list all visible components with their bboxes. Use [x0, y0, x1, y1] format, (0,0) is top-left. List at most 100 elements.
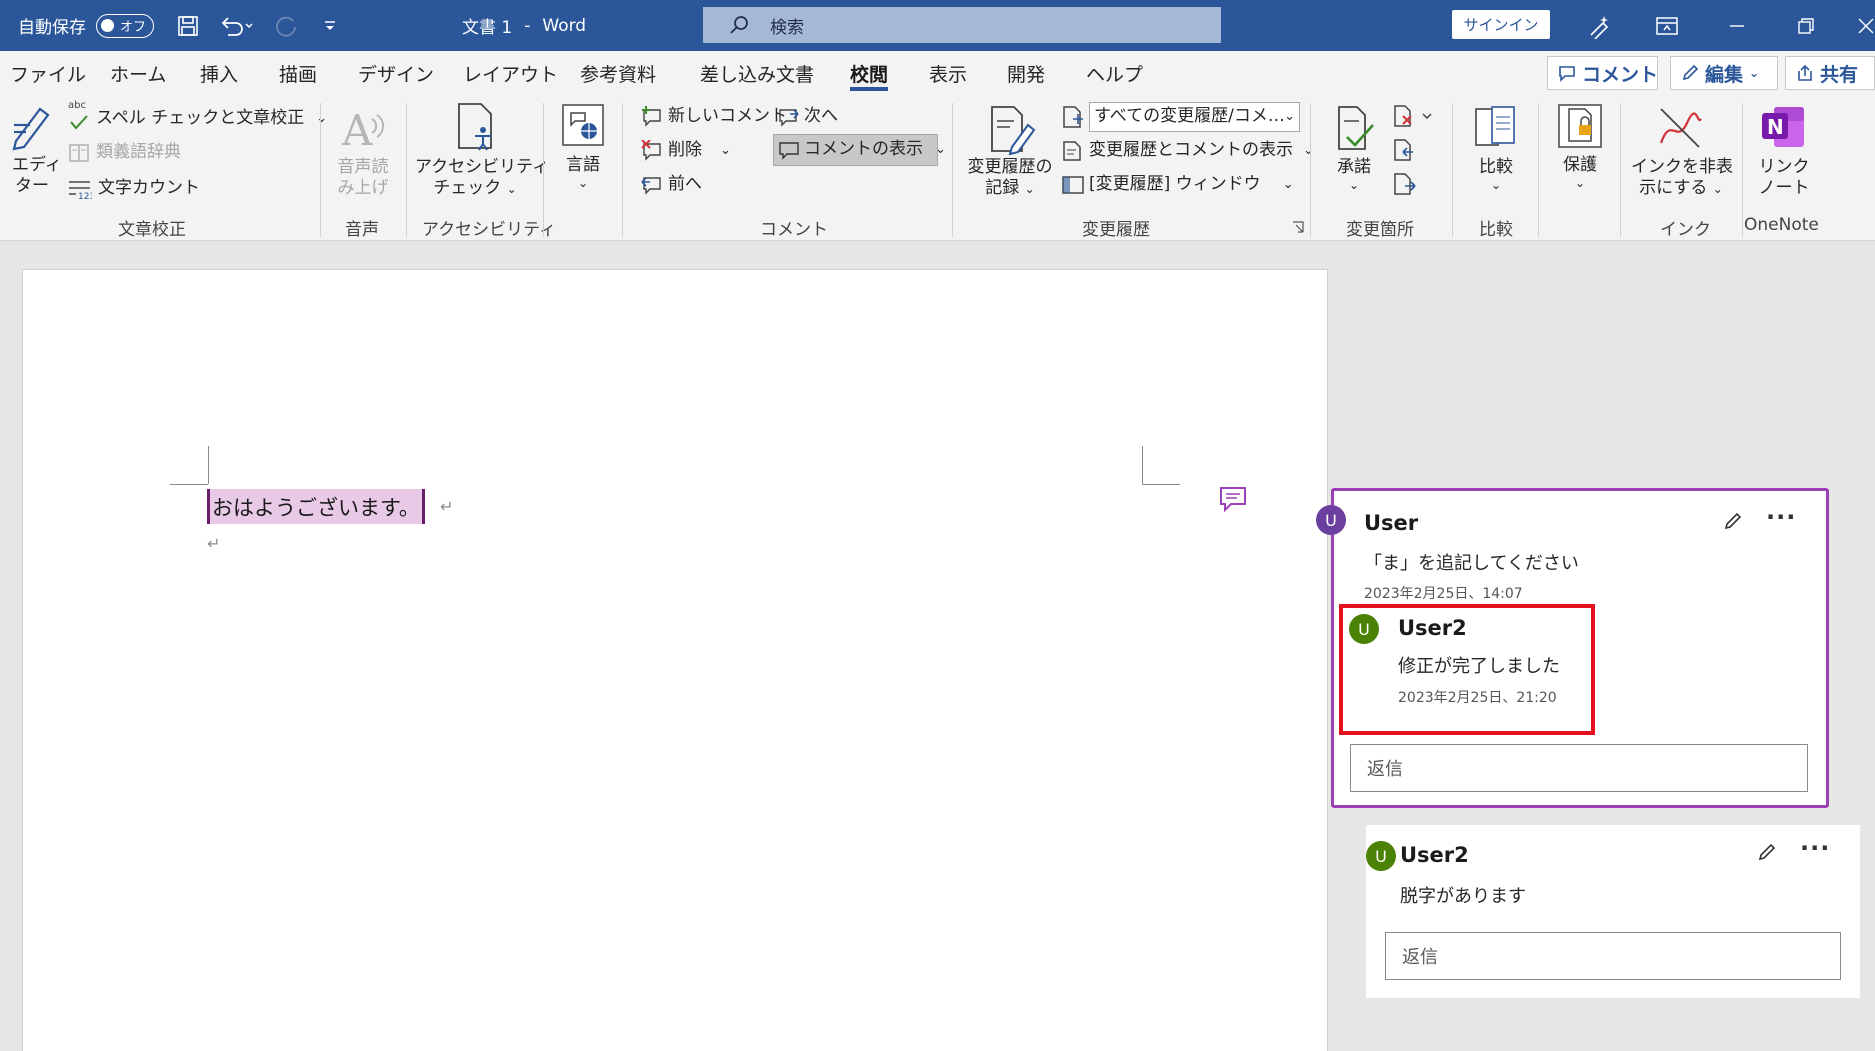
tab-file[interactable]: ファイル: [10, 51, 86, 95]
signin-button[interactable]: サインイン: [1452, 10, 1550, 39]
read-aloud-icon: A: [342, 105, 386, 153]
share-button-label: 共有: [1820, 63, 1859, 86]
spell-check-button[interactable]: abc スペル チェックと文章校正 ⌄: [68, 100, 327, 132]
accessibility-label-1: アクセシビリティ: [415, 157, 550, 177]
separator: [320, 103, 321, 237]
delete-comment-button[interactable]: 削除 ⌄: [640, 140, 731, 162]
reply-input[interactable]: 返信: [1385, 932, 1841, 980]
reply-input[interactable]: 返信: [1350, 744, 1808, 792]
crop-mark: [208, 446, 209, 484]
title-bar: 自動保存 オフ 文書 1 - Word 検索 サインイン: [0, 0, 1875, 51]
autosave-state: オフ: [120, 20, 147, 35]
comments-button[interactable]: コメント: [1547, 56, 1658, 90]
chevron-down-icon: ⌄: [1749, 66, 1760, 80]
close-icon[interactable]: [1857, 0, 1875, 51]
chevron-down-icon: ⌄: [506, 182, 517, 197]
chevron-down-icon: ⌄: [1303, 142, 1314, 158]
share-icon: [1796, 64, 1814, 82]
next-change-icon[interactable]: [1393, 172, 1417, 196]
qat-customize-icon[interactable]: [322, 0, 338, 51]
thesaurus-label: 類義語辞典: [96, 142, 181, 163]
language-label: 言語: [566, 155, 600, 175]
edit-comment-icon[interactable]: [1757, 842, 1777, 862]
tab-references[interactable]: 参考資料: [580, 51, 656, 95]
group-label-accessibility: アクセシビリティ: [422, 220, 557, 240]
restore-icon[interactable]: [1797, 0, 1815, 51]
comment-marker-icon[interactable]: [1219, 486, 1247, 512]
comment-date: 2023年2月25日、14:07: [1364, 586, 1523, 602]
dialog-launcher-icon[interactable]: [1292, 221, 1304, 233]
edit-comment-icon[interactable]: [1723, 511, 1743, 531]
share-button[interactable]: 共有: [1785, 56, 1875, 90]
chevron-down-icon: ⌄: [1282, 176, 1294, 192]
group-label-changes: 変更箇所: [1346, 220, 1414, 240]
show-markup-label: 変更履歴とコメントの表示: [1089, 140, 1293, 161]
book-icon: [68, 142, 90, 164]
language-icon: [561, 103, 605, 147]
ribbon: エディ ター abc スペル チェックと文章校正 ⌄ 類義語辞典 123 文字カ…: [0, 95, 1875, 241]
autosave[interactable]: 自動保存 オフ: [18, 0, 154, 51]
show-comments-button[interactable]: コメントの表示 ⌄: [773, 134, 946, 166]
group-label-tracking: 変更履歴: [1082, 220, 1150, 240]
menu-bar: ファイル ホーム 挿入 描画 デザイン レイアウト 参考資料 差し込み文書 校閲…: [0, 51, 1875, 95]
designer-icon[interactable]: [1587, 0, 1613, 51]
show-markup-button[interactable]: 変更履歴とコメントの表示 ⌄: [1061, 140, 1314, 162]
undo-icon[interactable]: [218, 0, 254, 51]
chevron-down-icon: ⌄: [720, 142, 731, 158]
svg-text:A: A: [342, 106, 373, 153]
more-options-icon[interactable]: ···: [1800, 834, 1830, 862]
more-options-icon[interactable]: ···: [1766, 503, 1796, 531]
group-label-compare: 比較: [1479, 220, 1513, 240]
search-box[interactable]: 検索: [703, 7, 1221, 43]
separator: [543, 103, 544, 237]
tab-layout[interactable]: レイアウト: [463, 51, 558, 95]
search-placeholder: 検索: [770, 17, 804, 38]
autosave-toggle[interactable]: オフ: [96, 13, 154, 38]
group-label-proofing: 文章校正: [118, 220, 186, 240]
tab-developer[interactable]: 開発: [1007, 51, 1045, 95]
avatar: U: [1316, 505, 1346, 535]
commented-text[interactable]: おはようございます。: [207, 489, 425, 524]
chevron-down-icon: ⌄: [1284, 108, 1295, 124]
chevron-down-icon: ⌄: [935, 141, 946, 157]
comment-body: 脱字があります: [1400, 886, 1526, 907]
previous-change-icon[interactable]: [1393, 138, 1417, 162]
tab-help[interactable]: ヘルプ: [1086, 51, 1143, 95]
separator: [1538, 103, 1539, 237]
reviewing-pane-button[interactable]: [変更履歴] ウィンドウ ⌄: [1061, 174, 1294, 196]
tab-review[interactable]: 校閲: [850, 51, 889, 95]
tab-home[interactable]: ホーム: [110, 51, 166, 95]
minimize-icon[interactable]: [1728, 0, 1746, 51]
new-comment-label: 新しいコメント: [668, 106, 787, 127]
ribbon-display-icon[interactable]: [1656, 0, 1678, 51]
tab-mailings[interactable]: 差し込み文書: [700, 51, 814, 95]
tab-design[interactable]: デザイン: [358, 51, 434, 95]
tab-insert[interactable]: 挿入: [200, 51, 238, 95]
separator: [1310, 103, 1311, 237]
document-page[interactable]: [22, 269, 1328, 1051]
editing-mode-button[interactable]: 編集 ⌄: [1670, 56, 1778, 90]
reject-icon[interactable]: [1393, 104, 1433, 128]
new-comment-icon: [640, 106, 664, 128]
separator: [406, 103, 407, 237]
protect-label: 保護: [1563, 155, 1597, 175]
document-text: おはようございます。: [212, 495, 420, 520]
thesaurus-button[interactable]: 類義語辞典: [68, 142, 181, 164]
next-comment-button[interactable]: 次へ: [776, 106, 838, 128]
chevron-down-icon: ⌄: [1348, 178, 1360, 193]
group-label-comments: コメント: [760, 220, 828, 240]
redo-icon[interactable]: [273, 0, 299, 51]
save-icon[interactable]: [176, 0, 200, 51]
previous-comment-button[interactable]: 前へ: [640, 174, 702, 196]
tab-draw[interactable]: 描画: [279, 51, 317, 95]
chevron-down-icon: ⌄: [1712, 182, 1723, 197]
word-count-button[interactable]: 123 文字カウント: [68, 178, 200, 200]
tab-view[interactable]: 表示: [929, 51, 967, 95]
new-comment-button[interactable]: 新しいコメント: [640, 106, 787, 128]
protect-icon: [1557, 103, 1603, 149]
comment-thread[interactable]: U User2 ··· 脱字があります 返信: [1366, 825, 1860, 998]
group-label-onenote: OneNote: [1744, 215, 1819, 235]
comment-body: 「ま」を追記してください: [1364, 553, 1579, 574]
markup-dropdown[interactable]: すべての変更履歴/コメ… ⌄: [1089, 102, 1300, 132]
markup-icon: [1061, 105, 1085, 129]
